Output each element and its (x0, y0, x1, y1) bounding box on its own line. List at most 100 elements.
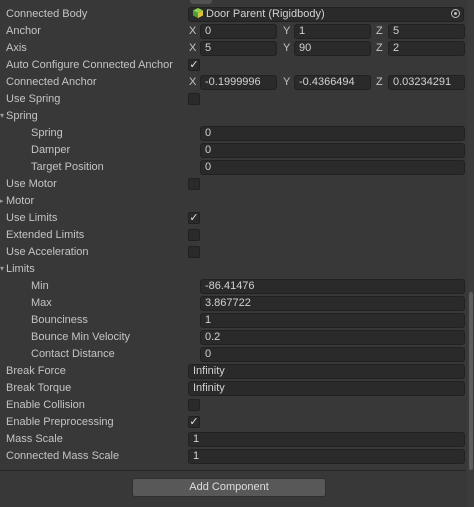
row-min: Min -86.41476 (0, 278, 466, 295)
auto-configure-label: Auto Configure Connected Anchor (6, 59, 173, 71)
rigidbody-icon (193, 8, 203, 18)
row-target-position: Target Position 0 (0, 159, 466, 176)
use-acceleration-checkbox[interactable] (188, 246, 200, 258)
anchor-x-label: X (189, 25, 197, 37)
motor-section-label: Motor (6, 195, 35, 207)
row-anchor: Anchor X 0 Y 1 Z 5 (0, 23, 466, 40)
collapsed-foldout-stub (190, 0, 212, 4)
connected-mass-scale-label: Connected Mass Scale (6, 450, 120, 462)
contact-distance-field[interactable]: 0 (200, 347, 465, 362)
damper-field[interactable]: 0 (200, 143, 465, 158)
row-enable-collision: Enable Collision (0, 397, 466, 414)
anchor-y-field[interactable]: 1 (294, 24, 371, 39)
row-connected-body: Connected Body Door Parent (Rigidbody) (0, 6, 466, 23)
spring-field[interactable]: 0 (200, 126, 465, 141)
row-use-motor: Use Motor (0, 176, 466, 193)
axis-z-field[interactable]: 2 (388, 41, 465, 56)
connected-body-value: Door Parent (Rigidbody) (206, 8, 325, 20)
axis-y-field[interactable]: 90 (294, 41, 371, 56)
axis-z-label: Z (376, 42, 383, 54)
use-limits-label: Use Limits (6, 212, 58, 224)
mass-scale-label: Mass Scale (6, 433, 63, 445)
min-field[interactable]: -86.41476 (200, 279, 465, 294)
spring-section-label: Spring (6, 110, 38, 122)
row-auto-configure: Auto Configure Connected Anchor ✓ (0, 57, 466, 74)
row-break-torque: Break Torque Infinity (0, 380, 466, 397)
connected-anchor-x-label: X (189, 76, 197, 88)
motor-foldout[interactable]: ▸ Motor (0, 193, 466, 210)
target-position-field[interactable]: 0 (200, 160, 465, 175)
motor-chevron-right-icon[interactable]: ▸ (0, 197, 4, 205)
row-extended-limits: Extended Limits (0, 227, 466, 244)
limits-chevron-down-icon[interactable]: ▾ (0, 264, 4, 273)
auto-configure-checkbox[interactable]: ✓ (188, 59, 200, 71)
row-axis: Axis X 5 Y 90 Z 2 (0, 40, 466, 57)
break-force-field[interactable]: Infinity (188, 364, 465, 379)
extended-limits-checkbox[interactable] (188, 229, 200, 241)
row-bounce-min-velocity: Bounce Min Velocity 0.2 (0, 329, 466, 346)
use-spring-checkbox[interactable] (188, 93, 200, 105)
anchor-z-label: Z (376, 25, 383, 37)
row-use-limits: Use Limits ✓ (0, 210, 466, 227)
use-spring-label: Use Spring (6, 93, 61, 105)
use-acceleration-label: Use Acceleration (6, 246, 89, 258)
connected-anchor-label: Connected Anchor (6, 76, 97, 88)
enable-collision-checkbox[interactable] (188, 399, 200, 411)
max-field[interactable]: 3.867722 (200, 296, 465, 311)
row-contact-distance: Contact Distance 0 (0, 346, 466, 363)
row-damper: Damper 0 (0, 142, 466, 159)
mass-scale-field[interactable]: 1 (188, 432, 465, 447)
spring-foldout[interactable]: ▾ Spring (0, 108, 466, 125)
connected-mass-scale-field[interactable]: 1 (188, 449, 465, 464)
max-label: Max (31, 297, 52, 309)
use-motor-checkbox[interactable] (188, 178, 200, 190)
axis-label: Axis (6, 42, 27, 54)
enable-preprocessing-label: Enable Preprocessing (6, 416, 114, 428)
row-use-acceleration: Use Acceleration (0, 244, 466, 261)
bounciness-label: Bounciness (31, 314, 88, 326)
connected-body-label: Connected Body (6, 8, 88, 20)
anchor-y-label: Y (283, 25, 291, 37)
row-break-force: Break Force Infinity (0, 363, 466, 380)
extended-limits-label: Extended Limits (6, 229, 85, 241)
row-use-spring: Use Spring (0, 91, 466, 108)
component-divider (0, 470, 466, 471)
connected-anchor-z-field[interactable]: 0.03234291 (388, 75, 465, 90)
object-picker-icon[interactable] (451, 9, 460, 18)
connected-body-field[interactable]: Door Parent (Rigidbody) (188, 7, 464, 22)
break-force-label: Break Force (6, 365, 66, 377)
min-label: Min (31, 280, 49, 292)
target-position-label: Target Position (31, 161, 104, 173)
bounce-min-velocity-label: Bounce Min Velocity (31, 331, 131, 343)
anchor-z-field[interactable]: 5 (388, 24, 465, 39)
use-limits-checkbox[interactable]: ✓ (188, 212, 200, 224)
bounciness-field[interactable]: 1 (200, 313, 465, 328)
connected-anchor-y-field[interactable]: -0.4366494 (294, 75, 371, 90)
add-component-button[interactable]: Add Component (132, 478, 326, 497)
axis-y-label: Y (283, 42, 291, 54)
row-spring: Spring 0 (0, 125, 466, 142)
damper-label: Damper (31, 144, 71, 156)
break-torque-field[interactable]: Infinity (188, 381, 465, 396)
spring-label: Spring (31, 127, 63, 139)
contact-distance-label: Contact Distance (31, 348, 115, 360)
axis-x-label: X (189, 42, 197, 54)
enable-collision-label: Enable Collision (6, 399, 85, 411)
limits-foldout[interactable]: ▾ Limits (0, 261, 466, 278)
anchor-x-field[interactable]: 0 (200, 24, 277, 39)
break-torque-label: Break Torque (6, 382, 72, 394)
row-max: Max 3.867722 (0, 295, 466, 312)
connected-anchor-y-label: Y (283, 76, 291, 88)
row-connected-mass-scale: Connected Mass Scale 1 (0, 448, 466, 465)
row-bounciness: Bounciness 1 (0, 312, 466, 329)
enable-preprocessing-checkbox[interactable]: ✓ (188, 416, 200, 428)
inspector-panel: Connected Body Door Parent (Rigidbody) A… (0, 0, 474, 507)
scrollbar-thumb[interactable] (469, 292, 473, 470)
connected-anchor-x-field[interactable]: -0.1999996 (200, 75, 277, 90)
row-connected-anchor: Connected Anchor X -0.1999996 Y -0.43664… (0, 74, 466, 91)
row-mass-scale: Mass Scale 1 (0, 431, 466, 448)
axis-x-field[interactable]: 5 (200, 41, 277, 56)
bounce-min-velocity-field[interactable]: 0.2 (200, 330, 465, 345)
limits-section-label: Limits (6, 263, 35, 275)
spring-chevron-down-icon[interactable]: ▾ (0, 111, 4, 120)
